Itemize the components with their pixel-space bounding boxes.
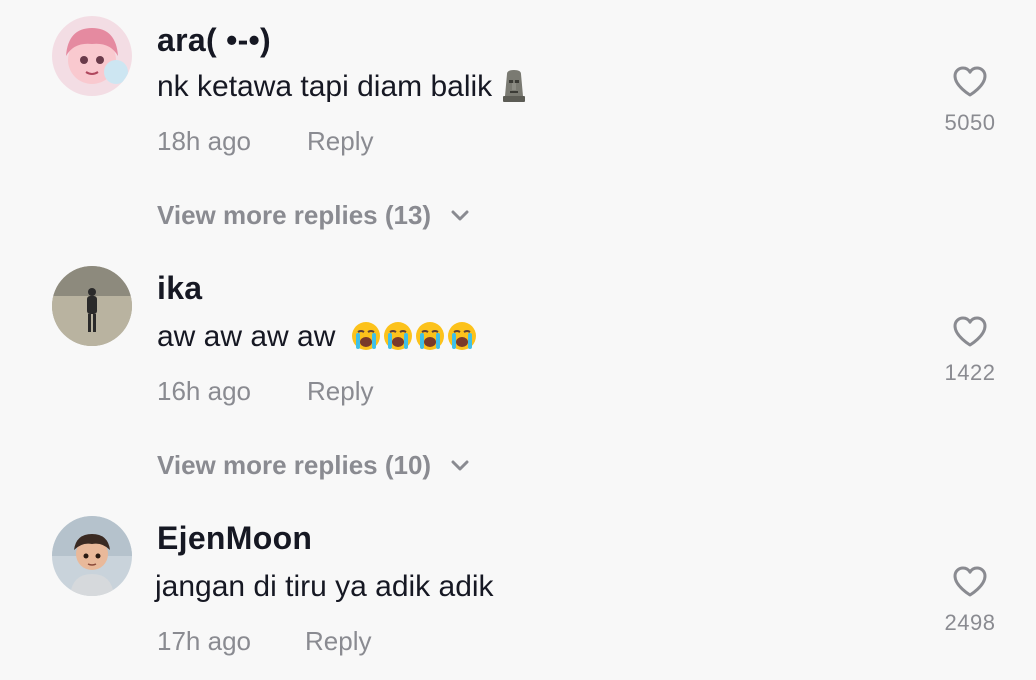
heart-icon[interactable] <box>952 566 988 598</box>
username[interactable]: ara( •-•) <box>157 22 271 59</box>
reply-button[interactable]: Reply <box>307 376 373 407</box>
comment-timestamp: 17h ago <box>157 626 251 656</box>
like-count: 1422 <box>944 360 996 385</box>
like-button[interactable]: 5050 <box>930 66 1010 136</box>
username[interactable]: EjenMoon <box>157 520 312 557</box>
heart-icon[interactable] <box>952 316 988 348</box>
comment-text: aw aw aw aw <box>157 320 478 360</box>
view-more-replies-button[interactable]: View more replies (10) <box>157 448 470 481</box>
comment-timestamp: 18h ago <box>157 126 251 156</box>
like-button[interactable]: 2498 <box>930 566 1010 636</box>
comment-text-content: aw aw aw aw <box>157 320 336 353</box>
loudly-crying-face-icon <box>350 320 478 360</box>
view-more-replies-button[interactable]: View more replies (13) <box>157 198 470 231</box>
reply-button[interactable]: Reply <box>307 126 373 157</box>
chevron-down-icon <box>450 448 470 479</box>
moai-emoji-icon <box>501 70 527 110</box>
reply-button[interactable]: Reply <box>305 626 371 657</box>
comment-timestamp: 16h ago <box>157 376 251 406</box>
view-more-label: View more replies (10) <box>157 450 432 480</box>
like-count: 5050 <box>944 110 996 135</box>
avatar[interactable] <box>52 16 132 96</box>
like-count: 2498 <box>944 610 996 635</box>
comment-text: nk ketawa tapi diam balik <box>157 70 527 110</box>
comment-text-content: nk ketawa tapi diam balik <box>157 70 493 103</box>
comment-text: jangan di tiru ya adik adik <box>155 570 494 603</box>
like-button[interactable]: 1422 <box>930 316 1010 386</box>
heart-icon[interactable] <box>952 66 988 98</box>
avatar[interactable] <box>52 516 132 596</box>
username[interactable]: ika <box>157 270 202 307</box>
chevron-down-icon <box>450 198 470 229</box>
avatar[interactable] <box>52 266 132 346</box>
view-more-label: View more replies (13) <box>157 200 432 230</box>
